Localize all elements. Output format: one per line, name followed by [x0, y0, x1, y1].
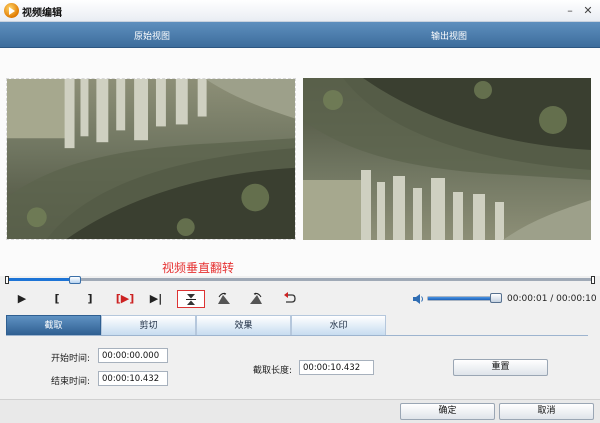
trim-length-field[interactable]: 00:00:10.432: [299, 360, 374, 375]
view-header: 原始视图 输出视图: [0, 22, 600, 48]
app-logo-icon: [4, 3, 19, 18]
trim-panel: 开始时间: 00:00:00.000 结束时间: 00:00:10.432 截取…: [6, 335, 588, 395]
flip-vertical-icon: [186, 294, 196, 305]
time-readout: 00:00:01 / 00:00:10: [507, 294, 597, 304]
mark-out-button[interactable]: ]: [80, 290, 100, 308]
cancel-button[interactable]: 取消: [499, 403, 594, 420]
play-button[interactable]: ▶: [12, 290, 32, 308]
rotate-right-button[interactable]: [246, 290, 266, 308]
timeline-end-marker[interactable]: [591, 276, 595, 284]
volume-level: [428, 297, 491, 300]
tab-watermark[interactable]: 水印: [291, 315, 386, 335]
undo-button[interactable]: [280, 290, 300, 308]
reset-button[interactable]: 重置: [453, 359, 548, 376]
original-video-preview: [6, 78, 296, 240]
start-time-field[interactable]: 00:00:00.000: [98, 348, 168, 363]
volume-thumb[interactable]: [490, 293, 502, 303]
undo-icon: [284, 292, 296, 303]
output-video-preview: [303, 78, 591, 240]
timeline-thumb[interactable]: [69, 276, 81, 284]
timeline-start-marker[interactable]: [5, 276, 9, 284]
edit-tabs: 截取 剪切 效果 水印: [6, 315, 588, 335]
close-button[interactable]: ✕: [580, 3, 596, 18]
tab-effects[interactable]: 效果: [196, 315, 291, 335]
trim-length-label: 截取长度:: [252, 366, 292, 376]
start-time-label: 开始时间:: [50, 354, 90, 364]
mark-in-button[interactable]: [: [47, 290, 67, 308]
original-view-label: 原始视图: [134, 32, 171, 42]
rotate-left-icon: [218, 292, 230, 304]
timeline-slider[interactable]: [5, 276, 595, 284]
window-title: 视频编辑: [22, 8, 62, 19]
timeline-progress: [8, 278, 74, 281]
end-time-field[interactable]: 00:00:10.432: [98, 371, 168, 386]
minimize-button[interactable]: –: [562, 3, 578, 18]
title-bar: 视频编辑 – ✕: [0, 0, 600, 22]
tab-trim[interactable]: 截取: [6, 315, 101, 335]
playback-controls: ▶ [ ] [▶] ▶| 00:00:01 / 00:00:10: [0, 288, 600, 310]
output-view-label: 输出视图: [431, 32, 468, 42]
speaker-icon[interactable]: [413, 294, 424, 304]
preview-area: 视频垂直翻转: [0, 48, 600, 276]
next-frame-button[interactable]: ▶|: [146, 290, 166, 308]
effect-caption: 视频垂直翻转: [162, 261, 235, 275]
timeline-track: [8, 278, 592, 281]
rotate-left-button[interactable]: [214, 290, 234, 308]
tab-cut[interactable]: 剪切: [101, 315, 196, 335]
flip-vertical-button[interactable]: [177, 290, 205, 308]
play-selection-button[interactable]: [▶]: [112, 290, 138, 308]
dialog-footer: 确定 取消: [0, 399, 600, 423]
ok-button[interactable]: 确定: [400, 403, 495, 420]
end-time-label: 结束时间:: [50, 377, 90, 387]
rotate-right-icon: [250, 292, 262, 304]
